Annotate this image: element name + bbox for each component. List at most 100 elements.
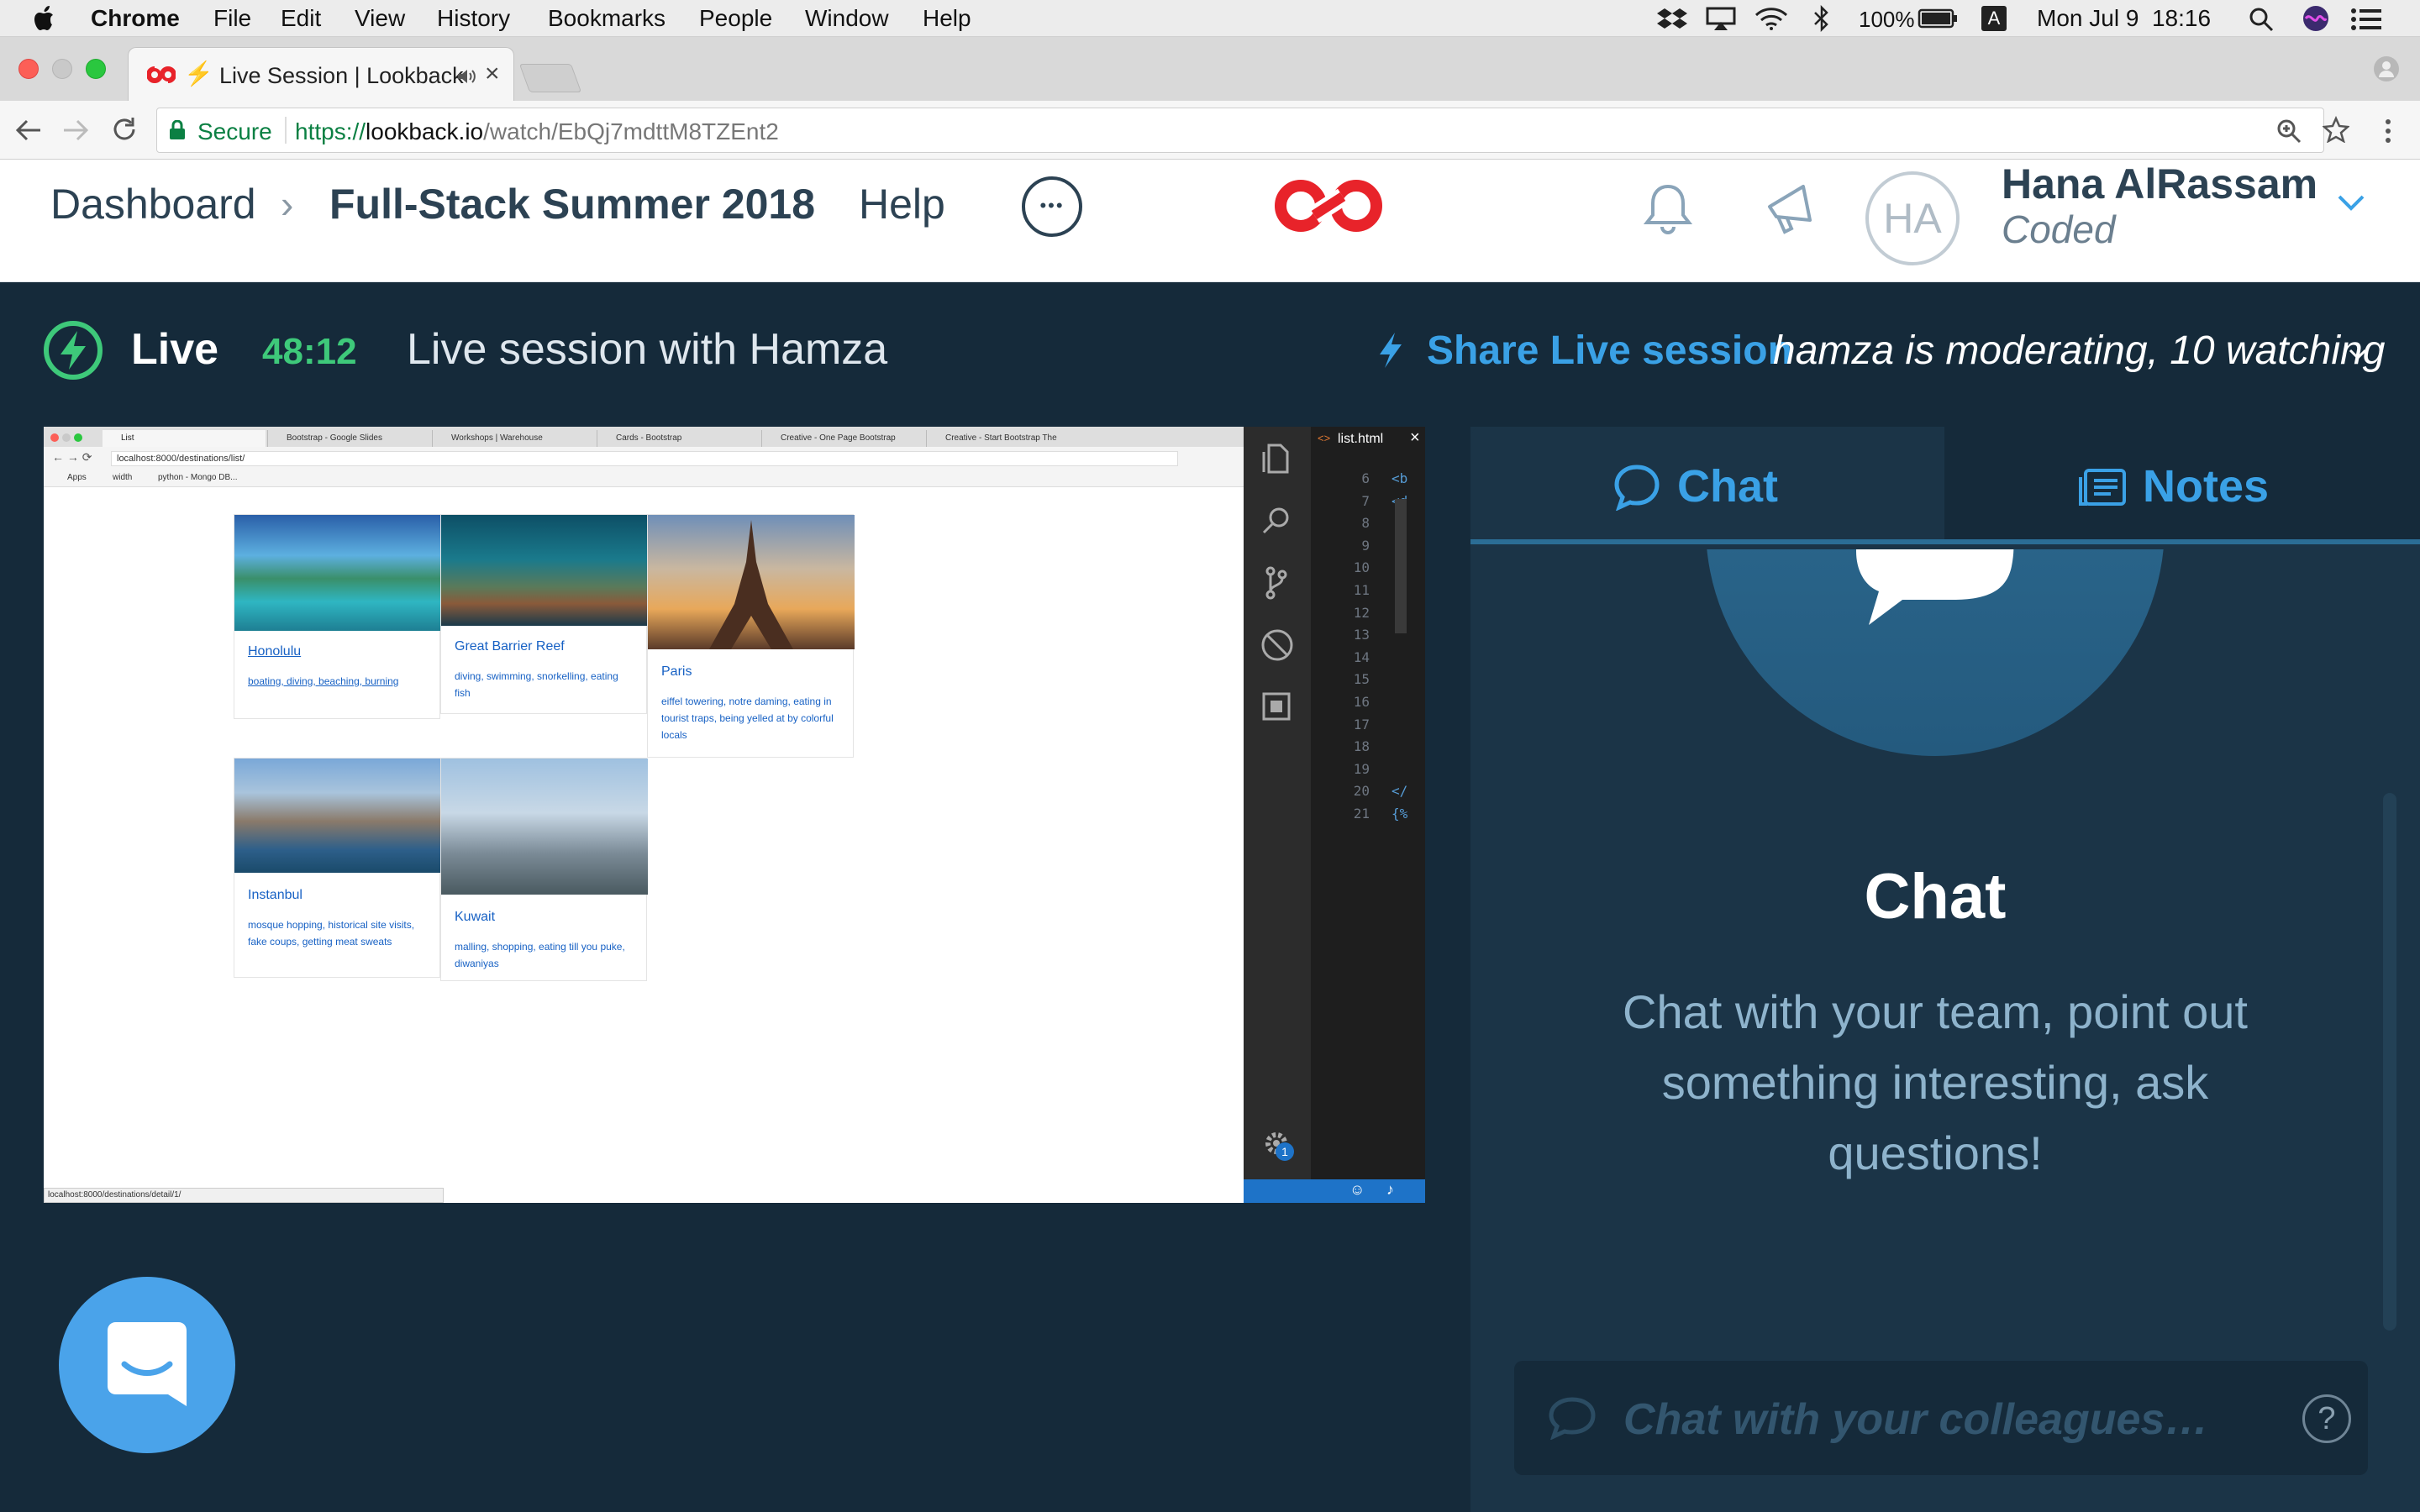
address-bar[interactable]: Secure https://lookback.io/watch/EbQj7md… — [156, 108, 2324, 153]
browser-tab-strip: ⚡ Live Session | Lookback × — [0, 37, 2420, 101]
notes-icon — [2079, 469, 2126, 506]
menu-history[interactable]: History — [437, 5, 510, 32]
back-arrow-icon[interactable] — [15, 118, 42, 143]
url-text: https://lookback.io/watch/EbQj7mdttM8TZE… — [295, 118, 779, 145]
url-scheme: https:// — [295, 118, 366, 144]
session-timer: 48:12 — [262, 331, 357, 372]
project-title[interactable]: Full-Stack Summer 2018 — [329, 180, 815, 228]
share-bolt-icon[interactable] — [1378, 331, 1403, 370]
share-live-session-button[interactable]: Share Live session — [1427, 328, 1792, 374]
status-chevron-down-icon[interactable] — [2348, 348, 2368, 361]
session-bar: Live 48:12 Live session with Hamza Share… — [0, 282, 2420, 425]
line-number: 21 — [1353, 806, 1370, 822]
battery-icon[interactable] — [1918, 8, 1958, 29]
line-number: 17 — [1353, 716, 1370, 732]
user-name[interactable]: Hana AlRassam — [2002, 160, 2317, 208]
siri-icon[interactable] — [2302, 5, 2329, 32]
chevron-down-icon[interactable] — [2336, 193, 2366, 212]
lookback-favicon-icon — [147, 66, 176, 83]
window-close-button[interactable] — [18, 59, 39, 79]
chat-input-placeholder: Chat with your colleagues… — [1623, 1395, 2209, 1444]
line-number: 15 — [1353, 671, 1370, 688]
reload-icon[interactable] — [111, 116, 138, 143]
destination-card-great-barrier-reef: Great Barrier Reef diving, swimming, sno… — [440, 514, 648, 714]
window-zoom-button[interactable] — [86, 59, 106, 79]
notification-center-icon[interactable] — [2351, 8, 2381, 30]
smiley-icon: ☺ — [1349, 1181, 1365, 1198]
editor-code-area: <> list.html × 6<b7<d8910111213141516171… — [1311, 427, 1425, 1179]
chat-empty-line-1: Chat with your team, point out — [1623, 985, 2248, 1038]
shared-screen-view: List Bootstrap - Google Slides Workshops… — [44, 427, 1425, 1203]
menu-bookmarks[interactable]: Bookmarks — [548, 5, 666, 32]
chat-empty-heading: Chat — [1864, 861, 2007, 932]
input-source-indicator[interactable]: A — [1981, 6, 2007, 31]
line-number: 8 — [1361, 515, 1370, 532]
secure-label: Secure — [197, 118, 272, 144]
menu-help[interactable]: Help — [923, 5, 971, 32]
menu-people[interactable]: People — [699, 5, 772, 32]
menu-edit[interactable]: Edit — [281, 5, 321, 32]
chat-help-button[interactable]: ? — [2302, 1394, 2351, 1443]
menu-file[interactable]: File — [213, 5, 251, 32]
chat-input-bubble-icon — [1549, 1397, 1596, 1440]
more-options-button[interactable]: ••• — [1022, 176, 1082, 237]
airplay-icon[interactable] — [1706, 7, 1736, 30]
live-bolt-icon — [44, 321, 103, 380]
destination-card-instanbul: Instanbul mosque hopping, historical sit… — [234, 758, 441, 978]
inner-status-url: localhost:8000/destinations/detail/1/ — [44, 1188, 444, 1203]
honolulu-image — [234, 515, 441, 631]
dashboard-link[interactable]: Dashboard — [50, 180, 256, 228]
tab-notes[interactable]: Notes — [1944, 427, 2420, 544]
avatar[interactable]: HA — [1865, 171, 1960, 265]
apple-icon[interactable] — [34, 5, 57, 32]
notifications-bell-icon[interactable] — [1642, 181, 1694, 235]
window-minimize-button[interactable] — [52, 59, 72, 79]
wifi-icon[interactable] — [1754, 7, 1788, 30]
eiffel-tower-icon — [709, 520, 793, 649]
lookback-logo-icon[interactable] — [1270, 178, 1386, 234]
chat-input-field[interactable]: Chat with your colleagues… ? — [1514, 1361, 2368, 1475]
inner-tab: Bootstrap - Google Slides — [267, 430, 430, 447]
card-title: Great Barrier Reef — [455, 639, 565, 654]
tab-close-icon[interactable]: × — [485, 60, 500, 88]
editor-activity-bar — [1244, 427, 1311, 1203]
bluetooth-icon[interactable] — [1812, 5, 1832, 32]
card-description: diving, swimming, snorkelling, eating fi… — [455, 670, 618, 699]
inner-zoom-dot — [74, 433, 82, 442]
chat-illustration — [1706, 549, 2165, 756]
chrome-menu-icon[interactable] — [2383, 118, 2393, 144]
line-number: 13 — [1353, 627, 1370, 643]
card-description: malling, shopping, eating till you puke,… — [455, 941, 625, 969]
menu-window[interactable]: Window — [805, 5, 889, 32]
spotlight-search-icon[interactable] — [2249, 7, 2274, 32]
explorer-icon — [1262, 444, 1289, 474]
chat-empty-line-3: questions! — [1828, 1126, 2043, 1179]
tab-title: Live Session | Lookback — [219, 63, 464, 88]
more-dots-icon: ••• — [1039, 195, 1065, 216]
inner-tab: Creative - Start Bootstrap The — [926, 430, 1089, 447]
inner-tab: Creative - One Page Bootstrap — [761, 430, 924, 447]
zoom-icon[interactable] — [2276, 118, 2302, 144]
browser-tab-active[interactable]: ⚡ Live Session | Lookback × — [128, 47, 514, 101]
bookmark-star-icon[interactable] — [2323, 116, 2349, 143]
tab-audio-icon[interactable] — [456, 68, 476, 85]
inner-tab: Cards - Bootstrap — [597, 430, 760, 447]
dropbox-icon[interactable] — [1657, 7, 1687, 30]
forward-arrow-icon[interactable] — [62, 118, 89, 143]
tab-chat[interactable]: Chat — [1470, 427, 1944, 544]
html-file-icon: <> — [1318, 432, 1331, 444]
live-label: Live — [131, 325, 219, 374]
announcements-megaphone-icon[interactable] — [1763, 181, 1818, 235]
editor-minimap-shadow — [1395, 499, 1407, 633]
bookmark-width: width — [113, 473, 133, 482]
viewer-status[interactable]: hamza is moderating, 10 watching — [1773, 328, 2385, 374]
new-tab-button[interactable] — [518, 64, 582, 92]
line-number: 6 — [1361, 470, 1370, 486]
help-link[interactable]: Help — [859, 180, 945, 228]
menu-app-chrome[interactable]: Chrome — [91, 5, 180, 32]
bookmark-apps: Apps — [67, 473, 87, 482]
profile-icon[interactable] — [2373, 55, 2400, 82]
menu-view[interactable]: View — [355, 5, 405, 32]
support-chat-launcher[interactable] — [59, 1277, 235, 1453]
menubar-clock[interactable]: Mon Jul 9 18:16 — [2037, 5, 2211, 32]
